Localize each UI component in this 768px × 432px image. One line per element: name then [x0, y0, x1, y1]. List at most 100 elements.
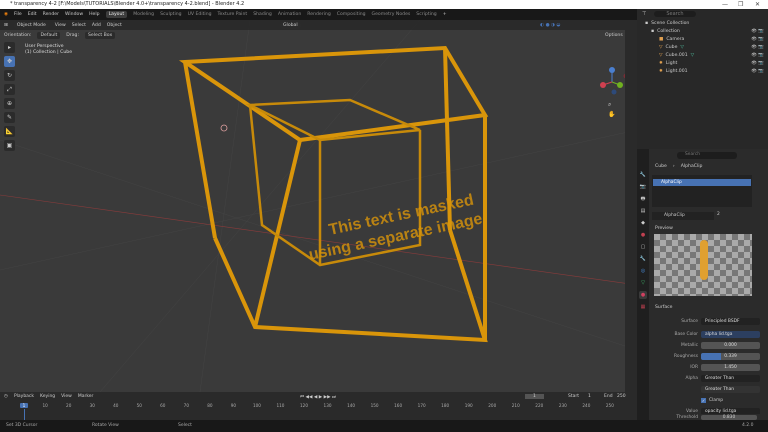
select-menu[interactable]: Select	[72, 23, 86, 28]
filter-icon[interactable]: ⊤	[642, 11, 646, 17]
tab-scripting[interactable]: Scripting	[416, 12, 436, 17]
output-tab-icon[interactable]: 🖶	[639, 195, 647, 203]
world-tab-icon[interactable]: ●	[639, 231, 647, 239]
tab-geometry-nodes[interactable]: Geometry Nodes	[372, 12, 411, 17]
preview-panel-header[interactable]: Preview	[655, 226, 673, 231]
shading-icon[interactable]: ◐ ● ◑ ◒	[540, 23, 560, 28]
menu-window[interactable]: Window	[65, 12, 83, 17]
frame-tick-label: 250	[605, 403, 614, 408]
tab-animation[interactable]: Animation	[278, 12, 301, 17]
frame-tick-label: 10	[42, 403, 48, 408]
tab-texture-paint[interactable]: Texture Paint	[218, 12, 248, 17]
outliner-item-light-001[interactable]: ✹ Light.001 👁 📷	[637, 67, 768, 75]
properties-search[interactable]: Search	[677, 152, 737, 159]
visibility-icon[interactable]: 👁 📷	[751, 37, 764, 42]
texture-tab-icon[interactable]: ▦	[639, 303, 647, 311]
scene-collection-row[interactable]: ▪ Scene Collection	[637, 19, 768, 27]
surface-panel-header[interactable]: Surface	[655, 305, 673, 310]
outliner-item-light[interactable]: ✹ Light 👁 📷	[637, 59, 768, 67]
end-frame-field[interactable]: 250	[617, 394, 626, 399]
base-color-row[interactable]: Base Color alpha lid.tga	[649, 330, 768, 339]
tab-shading[interactable]: Shading	[253, 12, 272, 17]
add-workspace-button[interactable]: +	[443, 12, 447, 17]
orientation-dropdown[interactable]: Default	[37, 31, 61, 39]
visibility-icon[interactable]: 👁 📷	[751, 69, 764, 74]
playback-menu[interactable]: Playback	[14, 394, 34, 399]
clamp-checkbox[interactable]: ✓ Clamp	[649, 396, 768, 405]
visibility-icon[interactable]: 👁 📷	[751, 61, 764, 66]
tweak-tool-icon[interactable]: ▸	[4, 42, 15, 53]
measure-tool-icon[interactable]: 📐	[4, 126, 15, 137]
menu-edit[interactable]: Edit	[28, 12, 37, 17]
physics-tab-icon[interactable]: ◎	[639, 267, 647, 275]
material-slots-list[interactable]: AlphaClip	[652, 175, 752, 207]
outliner-search[interactable]: Search	[654, 11, 696, 17]
editor-type-icon[interactable]: ◷	[4, 394, 8, 399]
editor-type-icon[interactable]: ⊞	[4, 23, 8, 28]
frame-tick-label: 100	[252, 403, 261, 408]
move-tool-icon[interactable]: ✥	[4, 56, 15, 67]
add-cube-tool-icon[interactable]: ▣	[4, 140, 15, 151]
tab-sculpting[interactable]: Sculpting	[160, 12, 181, 17]
current-frame-field[interactable]: 1	[525, 394, 544, 399]
render-tab-icon[interactable]: 📷	[639, 183, 647, 191]
view-layer-tab-icon[interactable]: ▤	[639, 207, 647, 215]
tool-tab-icon[interactable]: 🔧	[639, 171, 647, 179]
annotate-tool-icon[interactable]: ✎	[4, 112, 15, 123]
view-menu[interactable]: View	[61, 394, 72, 399]
marker-menu[interactable]: Marker	[78, 394, 94, 399]
scene-tab-icon[interactable]: ◆	[639, 219, 647, 227]
menu-render[interactable]: Render	[43, 12, 59, 17]
tab-uv-editing[interactable]: UV Editing	[188, 12, 212, 17]
drag-dropdown[interactable]: Select Box	[85, 31, 116, 39]
material-tab-icon[interactable]: ●	[639, 291, 647, 299]
blender-logo-icon[interactable]: ◉	[4, 12, 8, 17]
menu-help[interactable]: Help	[89, 12, 99, 17]
close-button[interactable]: ✕	[755, 0, 760, 9]
roughness-row[interactable]: Roughness 0.339	[649, 352, 768, 361]
metallic-row[interactable]: Metallic 0.000	[649, 341, 768, 350]
visibility-icon[interactable]: 👁 📷	[751, 29, 764, 34]
mode-dropdown[interactable]: Object Mode	[13, 21, 49, 29]
rotate-tool-icon[interactable]: ↻	[4, 70, 15, 81]
3d-viewport[interactable]: This text is masked using a separate ima…	[0, 20, 637, 392]
math-operation-dropdown[interactable]: Greater Than	[649, 385, 768, 394]
start-frame-field[interactable]: 1	[588, 394, 591, 399]
tab-rendering[interactable]: Rendering	[307, 12, 330, 17]
tab-compositing[interactable]: Compositing	[337, 12, 366, 17]
menu-file[interactable]: File	[14, 12, 22, 17]
viewport-header: ⊞ Object Mode View Select Add Object Glo…	[0, 20, 637, 30]
object-menu[interactable]: Object	[107, 23, 122, 28]
timeline[interactable]: ◷ Playback Keying View Marker ⏮ ◀◀ ◀ ▶ ▶…	[0, 392, 637, 422]
playback-controls[interactable]: ⏮ ◀◀ ◀ ▶ ▶▶ ⏭	[300, 394, 336, 400]
object-tab-icon[interactable]: ▢	[639, 243, 647, 251]
outliner-item-cube[interactable]: ▽ Cube ▽ 👁 📷	[637, 43, 768, 51]
visibility-icon[interactable]: 👁 📷	[751, 45, 764, 50]
surface-row[interactable]: Surface Principled BSDF	[649, 317, 768, 326]
add-menu[interactable]: Add	[92, 23, 101, 28]
material-slot[interactable]: AlphaClip	[653, 179, 751, 186]
scale-tool-icon[interactable]: ⤢	[4, 84, 15, 95]
modifier-tab-icon[interactable]: 🔧	[639, 255, 647, 263]
light-icon: ✹	[659, 68, 663, 74]
view-menu[interactable]: View	[55, 23, 66, 28]
minimize-button[interactable]: —	[722, 0, 728, 9]
options-dropdown[interactable]: Options	[605, 33, 623, 38]
tab-layout[interactable]: Layout	[105, 11, 128, 18]
tab-modeling[interactable]: Modeling	[133, 12, 154, 17]
maximize-button[interactable]: ❐	[738, 0, 743, 9]
keying-menu[interactable]: Keying	[40, 394, 55, 399]
outliner-item-cube-001[interactable]: ▽ Cube.001 ▽ 👁 📷	[637, 51, 768, 59]
collection-row[interactable]: ▪ Collection 👁 📷	[637, 27, 768, 35]
visibility-icon[interactable]: 👁 📷	[751, 53, 764, 58]
transform-tool-icon[interactable]: ⊕	[4, 98, 15, 109]
outliner-item-camera[interactable]: ■ Camera 👁 📷	[637, 35, 768, 43]
data-tab-icon[interactable]: ▽	[639, 279, 647, 287]
transform-orientation-dropdown[interactable]: Global	[280, 21, 301, 29]
frame-ruler[interactable]: 1 10 20 30 40 50 60 70 80 90 100 110 120 130 140 150 160…	[0, 401, 637, 422]
material-name-field[interactable]: AlphaClip	[652, 212, 714, 220]
frame-tick-label: 110	[276, 403, 285, 408]
alpha-row[interactable]: Alpha Greater Than	[649, 374, 768, 383]
ior-row[interactable]: IOR 1.450	[649, 363, 768, 372]
sidebar-toggle[interactable]	[625, 30, 637, 392]
